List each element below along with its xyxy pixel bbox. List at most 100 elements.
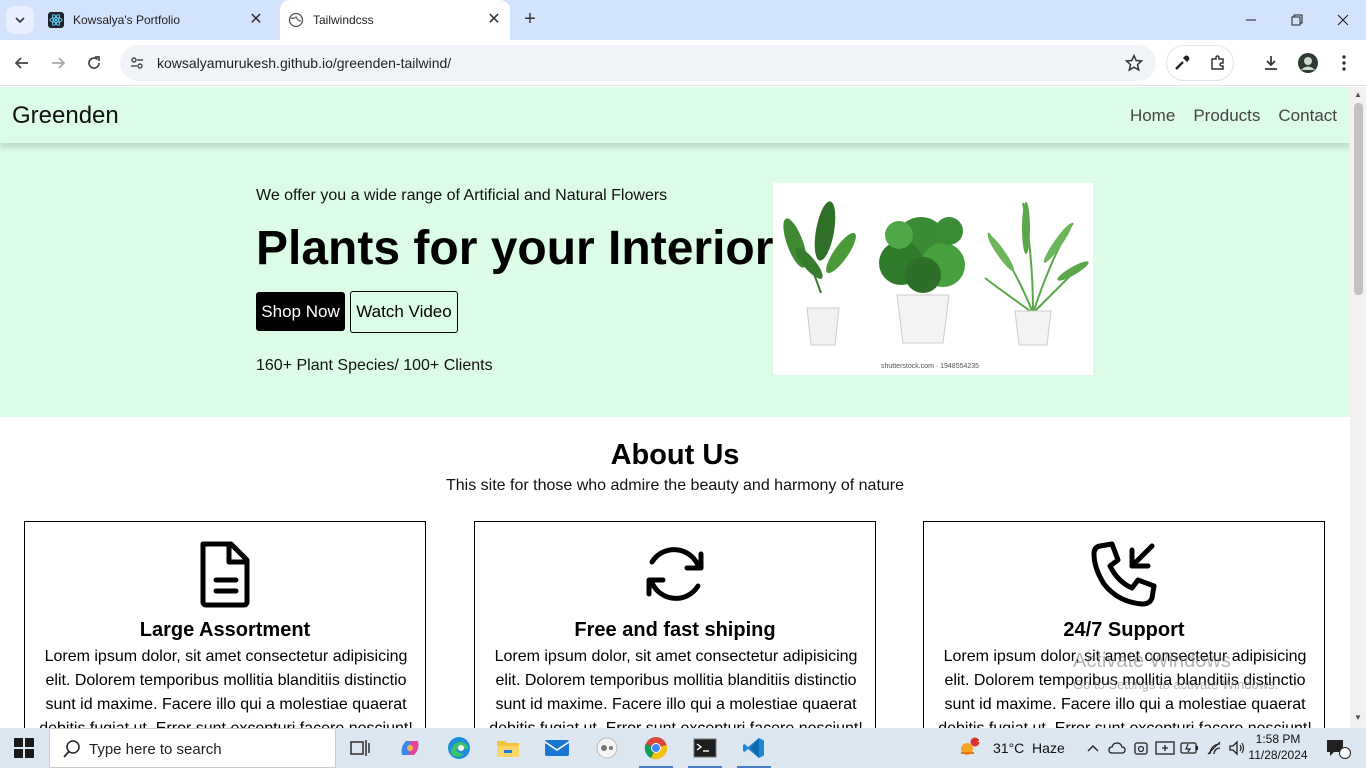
watch-video-button[interactable]: Watch Video [350,291,458,333]
about-subtitle: This site for those who admire the beaut… [445,477,905,494]
clock-time: 1:58 PM [1255,732,1301,746]
phone-incoming-icon [1091,541,1157,607]
edge-button[interactable] [436,728,482,768]
restore-button[interactable] [1274,0,1320,40]
browser-toolbar: kowsalyamurukesh.github.io/greenden-tail… [0,40,1366,86]
new-tab-button[interactable]: + [518,8,542,32]
feature-card: Large Assortment Lorem ipsum dolor, sit … [24,521,426,728]
tab-title: Kowsalya's Portfolio [73,13,181,27]
puzzle-icon[interactable] [1207,52,1229,74]
vscode-button[interactable] [731,728,777,768]
scroll-down-arrow-icon[interactable]: ▼ [1354,714,1362,722]
wifi-icon[interactable] [1206,740,1224,756]
terminal-button[interactable] [682,728,728,768]
page-viewport: Greenden Home Products Contact We offer … [0,87,1350,728]
nav-home[interactable]: Home [1130,106,1175,126]
windows-start-icon[interactable] [14,738,34,758]
chrome-button[interactable] [633,728,679,768]
edge-icon [448,737,470,759]
chevron-up-icon[interactable] [1086,742,1100,754]
mail-icon [544,740,570,756]
minimize-button[interactable] [1228,0,1274,40]
vscode-icon [743,738,764,758]
scrollbar-thumb[interactable] [1354,103,1363,295]
feature-card: 24/7 Support Lorem ipsum dolor, sit amet… [923,521,1325,728]
app-button[interactable] [584,728,630,768]
restore-icon [1291,14,1303,26]
tab-search-button[interactable] [6,6,34,34]
close-window-button[interactable] [1320,0,1366,40]
tab-tailwindcss[interactable]: Tailwindcss ✕ [280,0,510,40]
close-icon [1337,14,1349,26]
feature-card: Free and fast shiping Lorem ipsum dolor,… [474,521,876,728]
terminal-icon [693,738,717,758]
site-navbar: Greenden Home Products Contact [0,87,1350,143]
hero-stats: 160+ Plant Species/ 100+ Clients [256,357,493,374]
weather-text[interactable]: 31°C Haze [993,740,1065,756]
brand-logo[interactable]: Greenden [12,102,119,130]
folder-icon [497,741,519,757]
download-icon[interactable] [1260,52,1282,74]
plants-image: shutterstock.com · 1948554235 [773,183,1093,375]
weather-widget-button[interactable] [954,728,984,768]
chrome-icon [644,737,667,760]
taskbar-search[interactable]: Type here to search [49,728,336,768]
hero-section: We offer you a wide range of Artificial … [0,143,1350,417]
file-explorer-button[interactable] [485,728,531,768]
image-credit: shutterstock.com · 1948554235 [881,363,980,370]
nav-products[interactable]: Products [1193,106,1260,126]
close-tab-icon[interactable]: ✕ [248,12,264,28]
display-icon[interactable] [1155,740,1175,756]
mail-button[interactable] [534,728,580,768]
arrow-left-icon [14,57,28,69]
nav-contact[interactable]: Contact [1278,106,1337,126]
bookmark-star-icon[interactable] [1124,53,1144,73]
document-icon [200,541,250,608]
nav-links: Home Products Contact [1130,106,1337,126]
card-title: Free and fast shiping [574,619,776,641]
battery-icon[interactable] [1180,741,1200,755]
card-text: Lorem ipsum dolor, sit amet consectetur … [39,648,413,728]
copilot-icon [401,741,419,755]
react-icon [48,12,64,28]
globe-icon [288,12,304,28]
hero-kicker: We offer you a wide range of Artificial … [256,187,668,204]
refresh-icon [646,547,704,601]
system-clock[interactable]: 1:58 PM 11/28/2024 [1240,731,1316,763]
site-info-icon[interactable] [128,54,146,72]
notification-count: 1 [1335,742,1341,752]
weather-badge: 1 [977,735,982,744]
eyedropper-icon[interactable] [1171,52,1193,74]
about-title: About Us [610,439,740,471]
arrow-right-icon [52,57,66,69]
address-bar[interactable]: kowsalyamurukesh.github.io/greenden-tail… [120,45,1156,81]
task-view-button[interactable] [337,728,383,768]
back-button[interactable] [8,49,36,77]
scroll-up-arrow-icon[interactable]: ▲ [1354,91,1362,99]
search-icon [63,740,80,758]
onedrive-icon[interactable] [1108,741,1126,755]
copilot-button[interactable] [387,728,433,768]
more-menu-icon[interactable] [1333,52,1355,74]
reload-icon [88,56,100,69]
chevron-down-icon [15,17,25,24]
tab-title: Tailwindcss [313,13,374,27]
profile-avatar[interactable] [1297,52,1319,74]
activation-watermark-title: Activate Windows [1073,650,1231,672]
close-tab-icon[interactable]: ✕ [486,12,502,28]
hero-headline: Plants for your Interior [256,222,774,275]
tab-portfolio[interactable]: Kowsalya's Portfolio ✕ [40,0,272,40]
reload-button[interactable] [80,49,108,77]
shop-now-button[interactable]: Shop Now [256,292,345,331]
forward-button[interactable] [44,49,72,77]
task-view-icon [350,740,370,756]
page-scrollbar[interactable]: ▲ ▼ [1350,87,1366,728]
extensions-group [1166,45,1234,81]
card-title: 24/7 Support [1063,619,1185,641]
camera-icon[interactable] [1133,740,1149,756]
minimize-icon [1246,19,1256,21]
clock-date: 11/28/2024 [1248,748,1308,762]
search-placeholder: Type here to search [89,741,222,758]
card-title: Large Assortment [139,619,311,641]
url-text: kowsalyamurukesh.github.io/greenden-tail… [157,55,452,71]
